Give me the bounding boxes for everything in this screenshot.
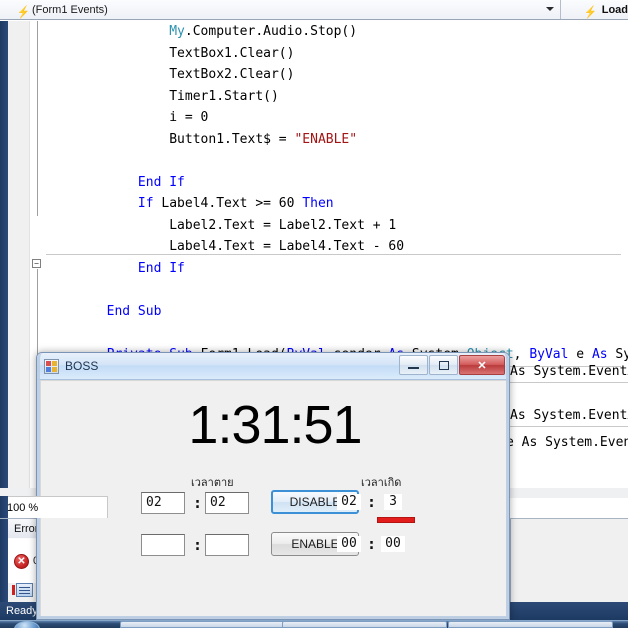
row2-hour-input[interactable] xyxy=(141,534,185,556)
error-circle-icon[interactable]: ✕ xyxy=(14,554,29,569)
lightning-bolt-icon: ⚡ xyxy=(583,3,594,16)
code-line: TextBox1.Clear() xyxy=(44,43,628,65)
window-controls: ✕ xyxy=(399,355,505,375)
label-death-time: เวลาตาย xyxy=(191,473,234,491)
method-separator xyxy=(510,382,628,383)
screen-root: ⚡ (Form1 Events) ⚡ Load − My.Computer.Au… xyxy=(0,0,628,628)
death-hour-input[interactable]: 02 xyxy=(141,492,185,514)
death-minute-input[interactable]: 02 xyxy=(205,492,249,514)
row2-left-colon: : xyxy=(193,536,202,554)
dialog-title: BOSS xyxy=(65,359,98,373)
row1-right-colon: : xyxy=(367,493,376,511)
zoom-level-box[interactable]: 100 % xyxy=(0,496,108,518)
zoom-level-value: 100 % xyxy=(7,502,38,514)
validation-underline xyxy=(377,517,415,523)
clock-display: 1:31:51 xyxy=(41,394,509,456)
code-line xyxy=(44,150,628,172)
members-dropdown[interactable]: ⚡ Load xyxy=(561,0,628,19)
minimize-button[interactable] xyxy=(399,355,428,375)
code-line: Button1.Text$ = "ENABLE" xyxy=(44,129,628,151)
lightning-bolt-icon: ⚡ xyxy=(16,3,27,16)
code-line: My.Computer.Audio.Stop() xyxy=(44,21,628,43)
code-line: End Sub xyxy=(44,301,628,323)
events-dropdown-value: (Form1 Events) xyxy=(32,4,108,16)
row2-minute-input[interactable] xyxy=(205,534,249,556)
status-text: Ready xyxy=(6,605,38,617)
outline-guide-line xyxy=(37,21,38,216)
taskbar-item[interactable] xyxy=(282,621,447,628)
indicator-margin xyxy=(8,21,30,496)
events-dropdown[interactable]: ⚡ (Form1 Events) xyxy=(0,0,561,19)
code-line-partial: As System.EventArg xyxy=(510,364,628,379)
row2-right-colon: : xyxy=(367,535,376,553)
row1-left-colon: : xyxy=(193,494,202,512)
panel-left-edge xyxy=(0,519,8,603)
editor-navigation-bar: ⚡ (Form1 Events) ⚡ Load xyxy=(0,0,628,20)
taskbar-item[interactable] xyxy=(448,621,613,628)
row2-minute-label: 00 xyxy=(381,536,405,552)
code-line xyxy=(44,279,628,301)
editor-left-edge xyxy=(0,21,8,496)
outline-collapse-box[interactable]: − xyxy=(32,259,41,268)
row2-hour-label: 00 xyxy=(337,536,361,552)
code-line: i = 0 xyxy=(44,107,628,129)
pin-icon xyxy=(12,585,15,595)
close-button[interactable]: ✕ xyxy=(459,355,505,375)
code-line xyxy=(44,322,628,344)
code-line-partial: As System.EventArg xyxy=(510,408,628,423)
code-line: TextBox2.Clear() xyxy=(44,64,628,86)
code-line-partial: e As System.Event xyxy=(506,435,628,450)
birth-minute-label: 3 xyxy=(384,494,402,510)
chevron-down-icon[interactable] xyxy=(546,7,554,11)
code-line: If Label4.Text >= 60 Then xyxy=(44,193,628,215)
boss-application-window[interactable]: BOSS ✕ 1:31:51 เวลาตาย เวลาเกิด 02 : 02 … xyxy=(36,352,510,620)
taskbar-item[interactable] xyxy=(120,621,298,628)
dialog-client-area: 1:31:51 เวลาตาย เวลาเกิด 02 : 02 DISABLE… xyxy=(40,380,508,618)
tab-error-list-label: Error xyxy=(14,523,38,535)
maximize-button[interactable] xyxy=(429,355,458,375)
output-window-icon[interactable] xyxy=(16,583,33,597)
dialog-titlebar[interactable]: BOSS ✕ xyxy=(37,353,509,380)
method-separator xyxy=(510,426,628,427)
code-line: Timer1.Start() xyxy=(44,86,628,108)
vb-form-icon xyxy=(44,359,59,374)
method-separator xyxy=(46,254,621,255)
birth-hour-label: 02 xyxy=(337,494,361,510)
outline-guide-line xyxy=(37,269,38,365)
editor-left-edge-bottom xyxy=(0,496,8,518)
members-dropdown-value: Load xyxy=(602,4,628,16)
label-birth-time: เวลาเกิด xyxy=(361,473,401,491)
code-line: Label2.Text = Label2.Text + 1 xyxy=(44,215,628,237)
code-line: End If xyxy=(44,172,628,194)
code-line: End If xyxy=(44,258,628,280)
